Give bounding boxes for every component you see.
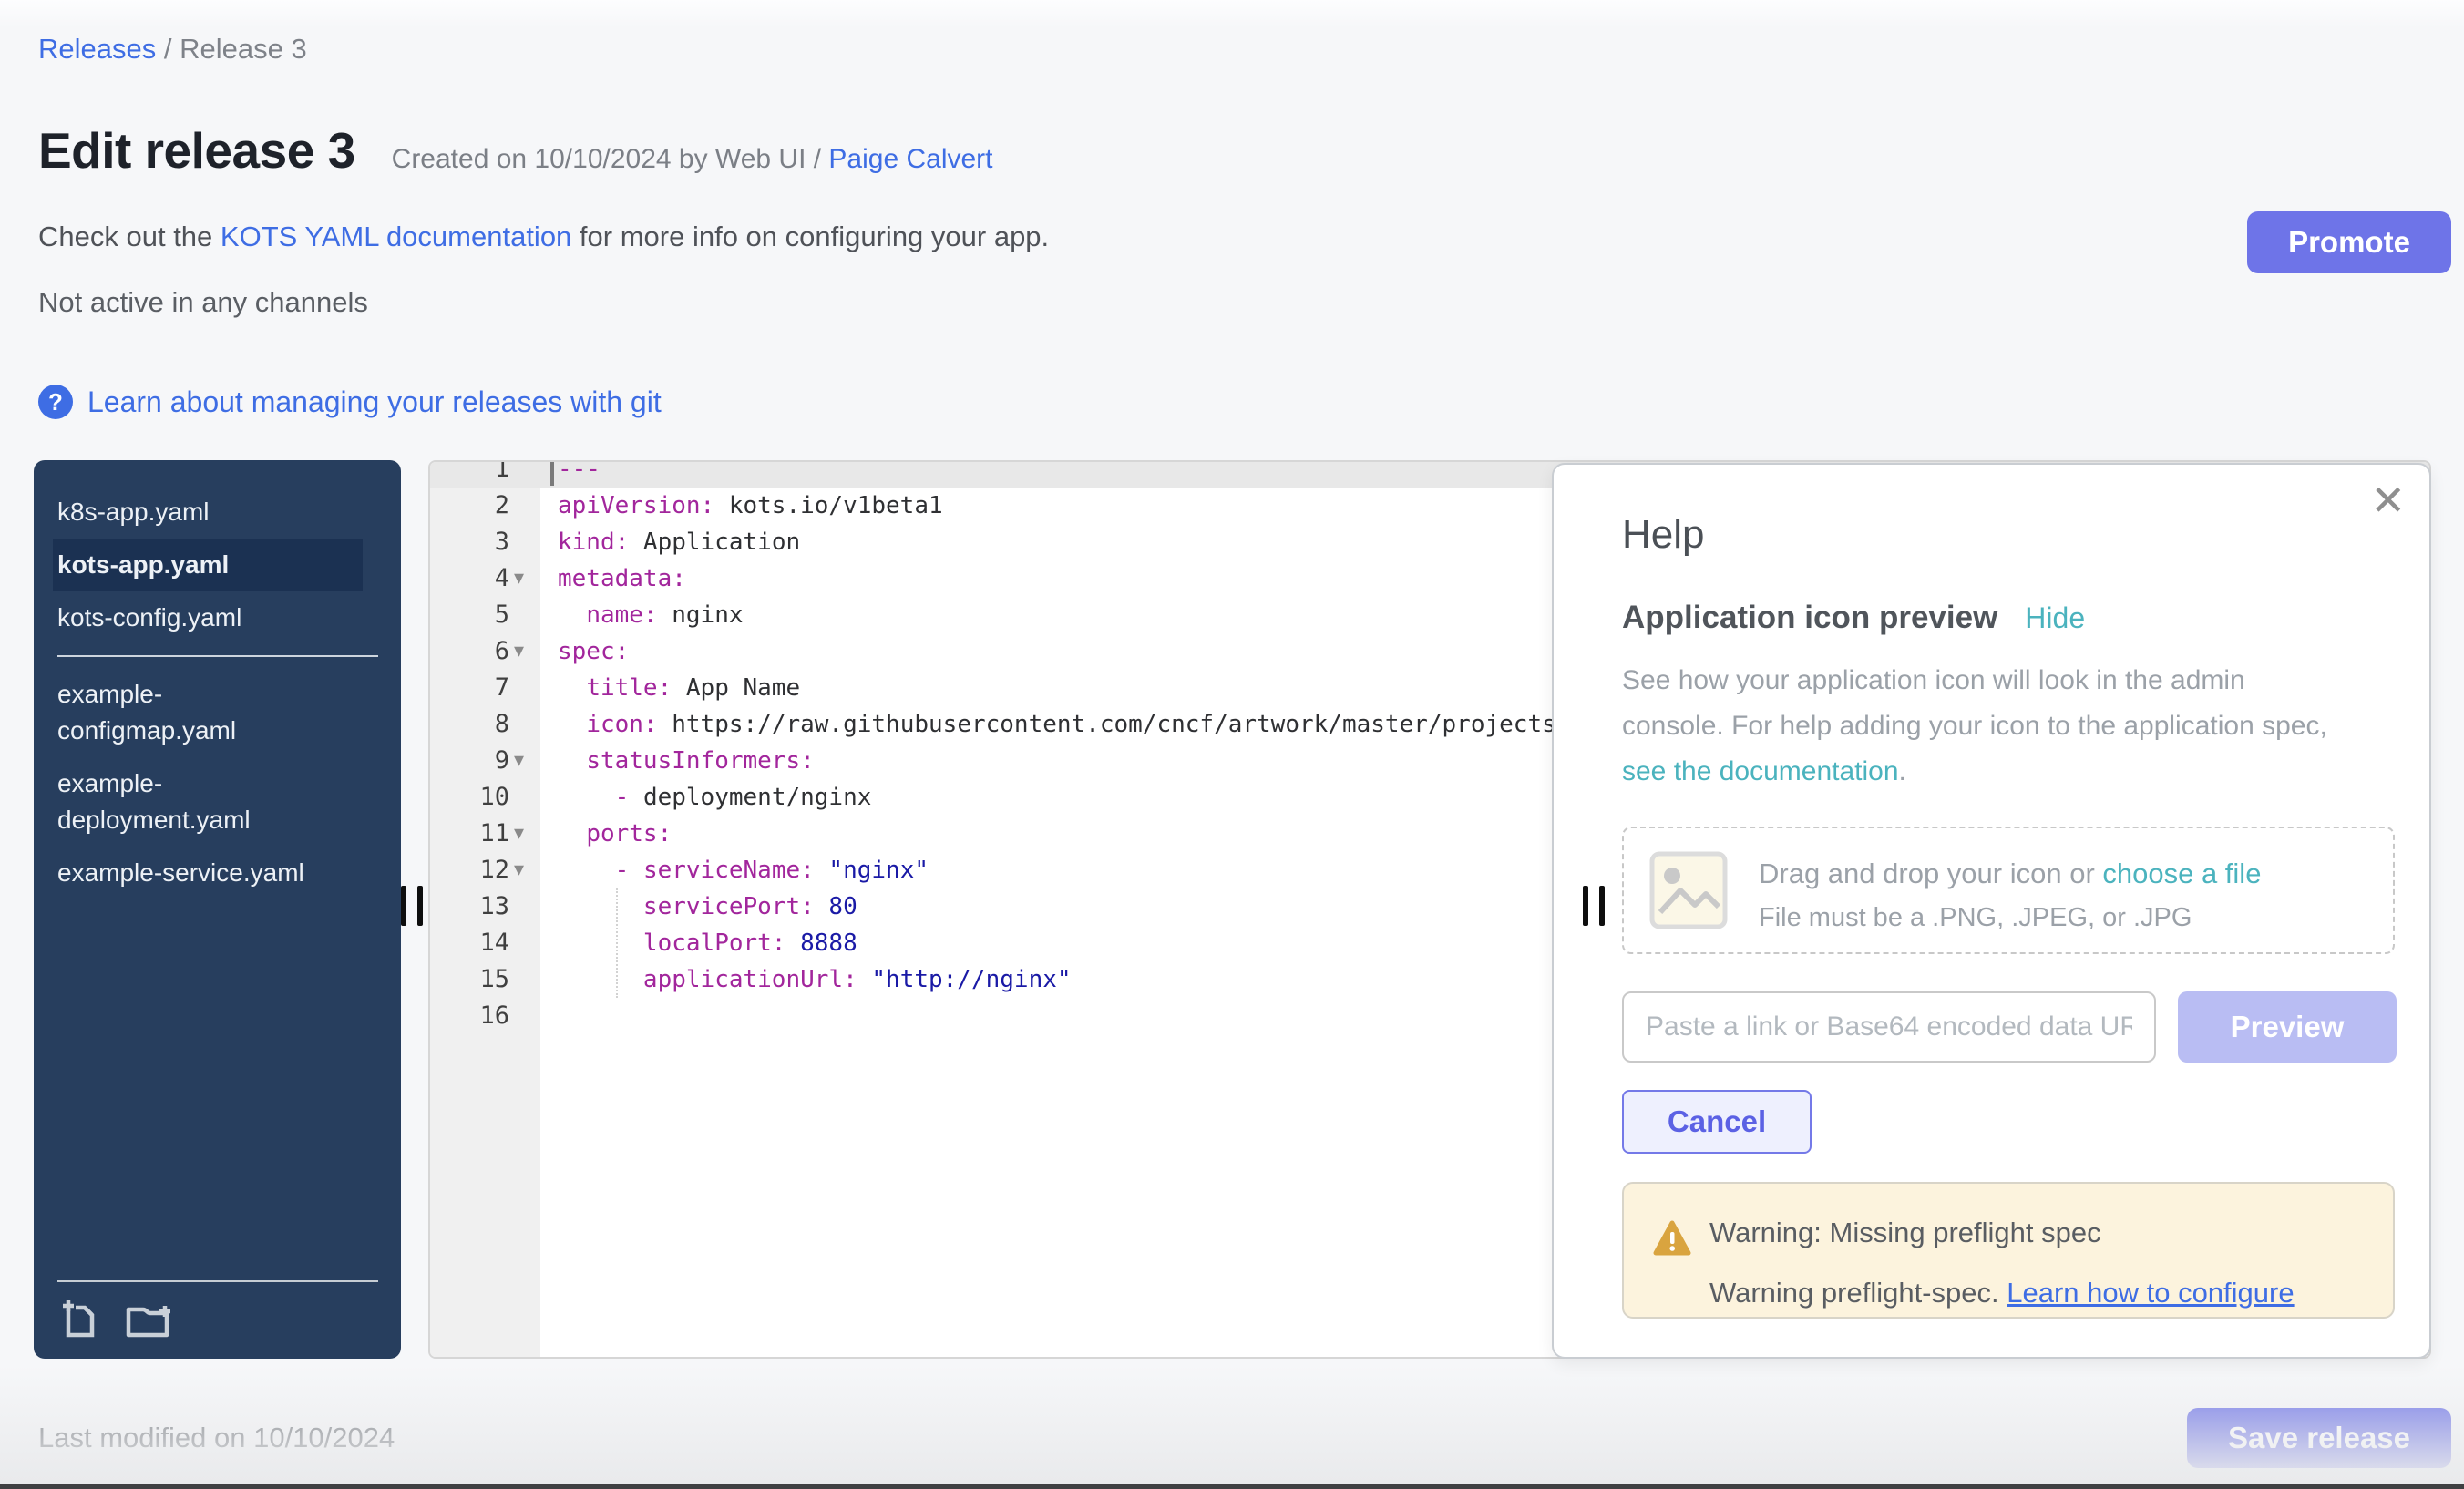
icon-preview-description: See how your application icon will look … [1622, 658, 2360, 795]
cancel-button[interactable]: Cancel [1622, 1090, 1812, 1154]
help-resize-handle-right-bar[interactable] [1599, 886, 1605, 926]
title-row: Edit release 3 Created on 10/10/2024 by … [38, 121, 993, 180]
dropzone-text: Drag and drop your icon or choose a file [1759, 857, 2261, 890]
image-placeholder-icon [1649, 850, 1728, 930]
preview-button[interactable]: Preview [2178, 991, 2397, 1063]
doc-hint-pre: Check out the [38, 221, 221, 252]
created-text: Created on 10/10/2024 by Web UI / [392, 144, 829, 174]
page-bottom-fade [0, 1365, 2464, 1484]
warning-triangle-icon [1653, 1220, 1691, 1257]
file-item-example-service.yaml[interactable]: example-service.yaml [34, 847, 344, 899]
doc-hint-line: Check out the KOTS YAML documentation fo… [38, 221, 1049, 253]
file-item-kots-app.yaml[interactable]: kots-app.yaml [53, 539, 363, 591]
hide-link[interactable]: Hide [2025, 601, 2085, 635]
fold-arrow-icon[interactable]: ▾ [514, 633, 539, 670]
question-circle-icon: ? [38, 385, 73, 419]
breadcrumb-releases-link[interactable]: Releases [38, 33, 156, 65]
desc-line-2: console. For help adding your icon to th… [1622, 711, 2327, 741]
icon-url-input[interactable] [1622, 991, 2156, 1063]
icon-dropzone[interactable]: Drag and drop your icon or choose a file… [1622, 827, 2395, 954]
desc-line-1: See how your application icon will look … [1622, 665, 2245, 695]
preflight-warning: Warning: Missing preflight spec Warning … [1622, 1182, 2395, 1319]
file-item-example-configmap.yaml[interactable]: example-configmap.yaml [34, 668, 344, 757]
line-number: 2 [430, 488, 540, 524]
dropzone-text-pre: Drag and drop your icon or [1759, 857, 2102, 889]
line-number: 10 [430, 779, 540, 816]
kots-yaml-doc-link[interactable]: KOTS YAML documentation [221, 221, 571, 252]
channel-status: Not active in any channels [38, 286, 368, 319]
fold-arrow-icon[interactable]: ▾ [514, 560, 539, 597]
fold-arrow-icon[interactable]: ▾ [514, 816, 539, 852]
indent-guide [616, 888, 618, 998]
learn-configure-link[interactable]: Learn how to configure [2007, 1277, 2294, 1309]
help-resize-handle-left-bar[interactable] [1583, 886, 1588, 926]
warning-title: Warning: Missing preflight spec [1709, 1217, 2101, 1249]
breadcrumb-separator: / [156, 33, 180, 65]
see-documentation-link[interactable]: see the documentation [1622, 756, 1899, 786]
file-item-kots-config.yaml[interactable]: kots-config.yaml [34, 591, 344, 644]
page-top-sheen [0, 0, 2464, 27]
help-panel-title: Help [1622, 512, 1705, 558]
help-panel: ✕ Help Application icon preview Hide See… [1552, 463, 2431, 1359]
choose-file-link[interactable]: choose a file [2102, 857, 2261, 889]
line-number: 13 [430, 888, 540, 925]
close-icon[interactable]: ✕ [2370, 479, 2406, 521]
file-list: k8s-app.yamlkots-app.yamlkots-config.yam… [34, 460, 401, 899]
git-help-line: ? Learn about managing your releases wit… [38, 385, 662, 419]
doc-hint-post: for more info on configuring your app. [571, 221, 1049, 252]
line-number: 16 [430, 998, 540, 1034]
breadcrumb-current: Release 3 [180, 33, 307, 65]
file-tree-sidebar: k8s-app.yamlkots-app.yamlkots-config.yam… [34, 460, 401, 1359]
fold-arrow-icon[interactable]: ▾ [514, 852, 539, 888]
sidebar-footer [57, 1280, 378, 1359]
line-number: 7 [430, 670, 540, 706]
line-number: 8 [430, 706, 540, 743]
promote-button[interactable]: Promote [2247, 211, 2451, 273]
sidebar-resize-handle-left-bar[interactable] [401, 886, 406, 926]
fold-arrow-icon[interactable]: ▾ [514, 743, 539, 779]
new-file-icon[interactable] [57, 1297, 101, 1340]
file-item-example-deployment.yaml[interactable]: example-deployment.yaml [34, 757, 344, 847]
text-cursor [550, 462, 554, 486]
icon-preview-header: Application icon preview Hide [1622, 600, 2085, 636]
created-subtitle: Created on 10/10/2024 by Web UI / Paige … [392, 144, 993, 175]
line-number: 14 [430, 925, 540, 961]
desc-period: . [1899, 756, 1906, 786]
author-link[interactable]: Paige Calvert [828, 144, 992, 174]
page-title: Edit release 3 [38, 121, 355, 180]
line-number: 3 [430, 524, 540, 560]
warning-detail-pre: Warning preflight-spec. [1709, 1277, 2007, 1309]
new-folder-icon[interactable] [125, 1297, 176, 1340]
dropzone-filetypes: File must be a .PNG, .JPEG, or .JPG [1759, 903, 2192, 933]
breadcrumb: Releases / Release 3 [38, 33, 307, 66]
page-bottom-strip [0, 1484, 2464, 1489]
line-number: 15 [430, 961, 540, 998]
warning-detail: Warning preflight-spec. Learn how to con… [1709, 1277, 2295, 1309]
file-list-divider [57, 655, 378, 657]
sidebar-resize-handle-right-bar[interactable] [417, 886, 423, 926]
line-number: 5 [430, 597, 540, 633]
git-releases-link[interactable]: Learn about managing your releases with … [87, 385, 662, 419]
icon-preview-title: Application icon preview [1622, 600, 1997, 636]
line-number: 1 [430, 460, 540, 488]
file-item-k8s-app.yaml[interactable]: k8s-app.yaml [34, 486, 344, 539]
